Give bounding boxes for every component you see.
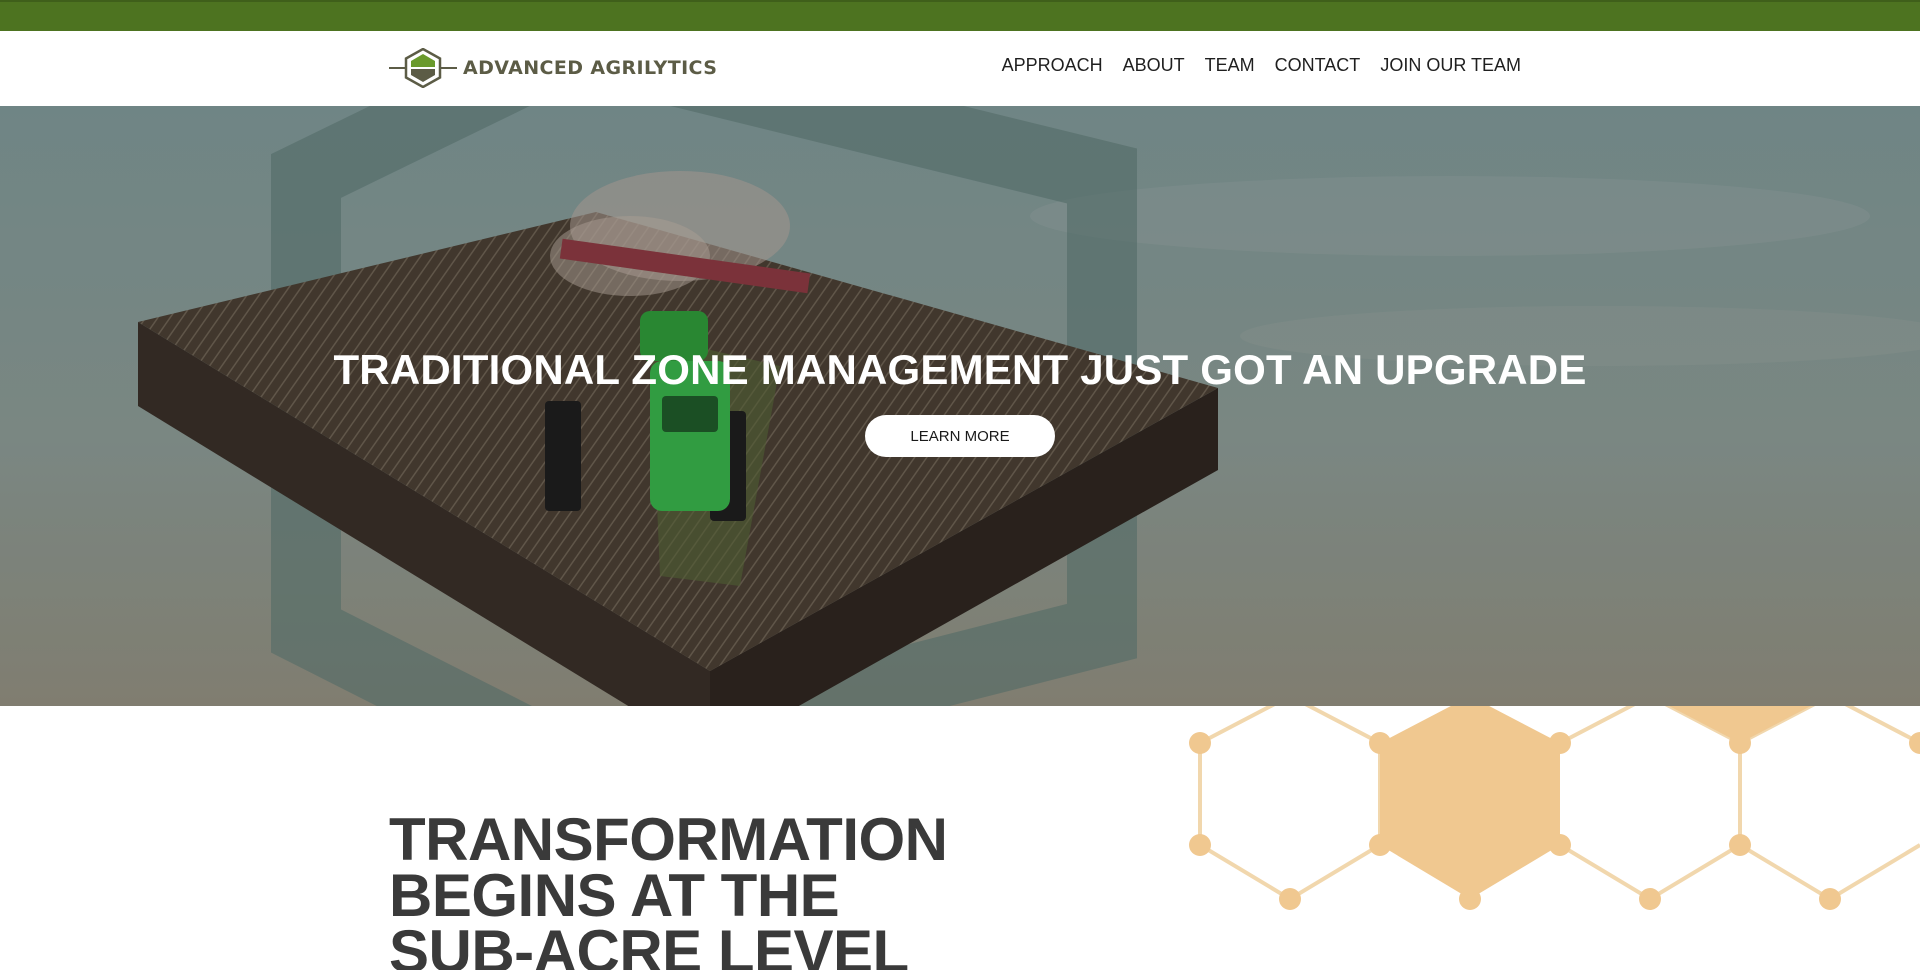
hero-banner: TRADITIONAL ZONE MANAGEMENT JUST GOT AN …	[0, 106, 1920, 706]
honeycomb-decoration	[1189, 706, 1920, 910]
heading-line: SUB-ACRE LEVEL	[389, 918, 909, 970]
heading-line: BEGINS AT THE	[389, 862, 840, 929]
logo[interactable]: ADVANCED AGRILYTICS	[389, 48, 717, 88]
learn-more-button[interactable]: LEARN MORE	[865, 415, 1055, 457]
brand-name: ADVANCED AGRILYTICS	[463, 57, 718, 79]
nav-contact[interactable]: CONTACT	[1275, 55, 1361, 76]
nav-join-our-team[interactable]: JOIN OUR TEAM	[1380, 55, 1521, 76]
nav-approach[interactable]: APPROACH	[1002, 55, 1103, 76]
site-header: ADVANCED AGRILYTICS APPROACH ABOUT TEAM …	[0, 31, 1920, 106]
nav-team[interactable]: TEAM	[1205, 55, 1255, 76]
main-nav: APPROACH ABOUT TEAM CONTACT JOIN OUR TEA…	[1002, 55, 1521, 76]
hero-image	[0, 106, 1920, 706]
top-accent-bar	[0, 0, 1920, 31]
section-heading: TRANSFORMATION BEGINS AT THE SUB-ACRE LE…	[389, 806, 1009, 970]
hero-title: TRADITIONAL ZONE MANAGEMENT JUST GOT AN …	[333, 346, 1587, 393]
nav-about[interactable]: ABOUT	[1123, 55, 1185, 76]
logo-hexagon-icon	[389, 48, 457, 88]
heading-line: TRANSFORMATION	[389, 806, 948, 873]
intro-section: TRANSFORMATION BEGINS AT THE SUB-ACRE LE…	[0, 706, 1920, 970]
